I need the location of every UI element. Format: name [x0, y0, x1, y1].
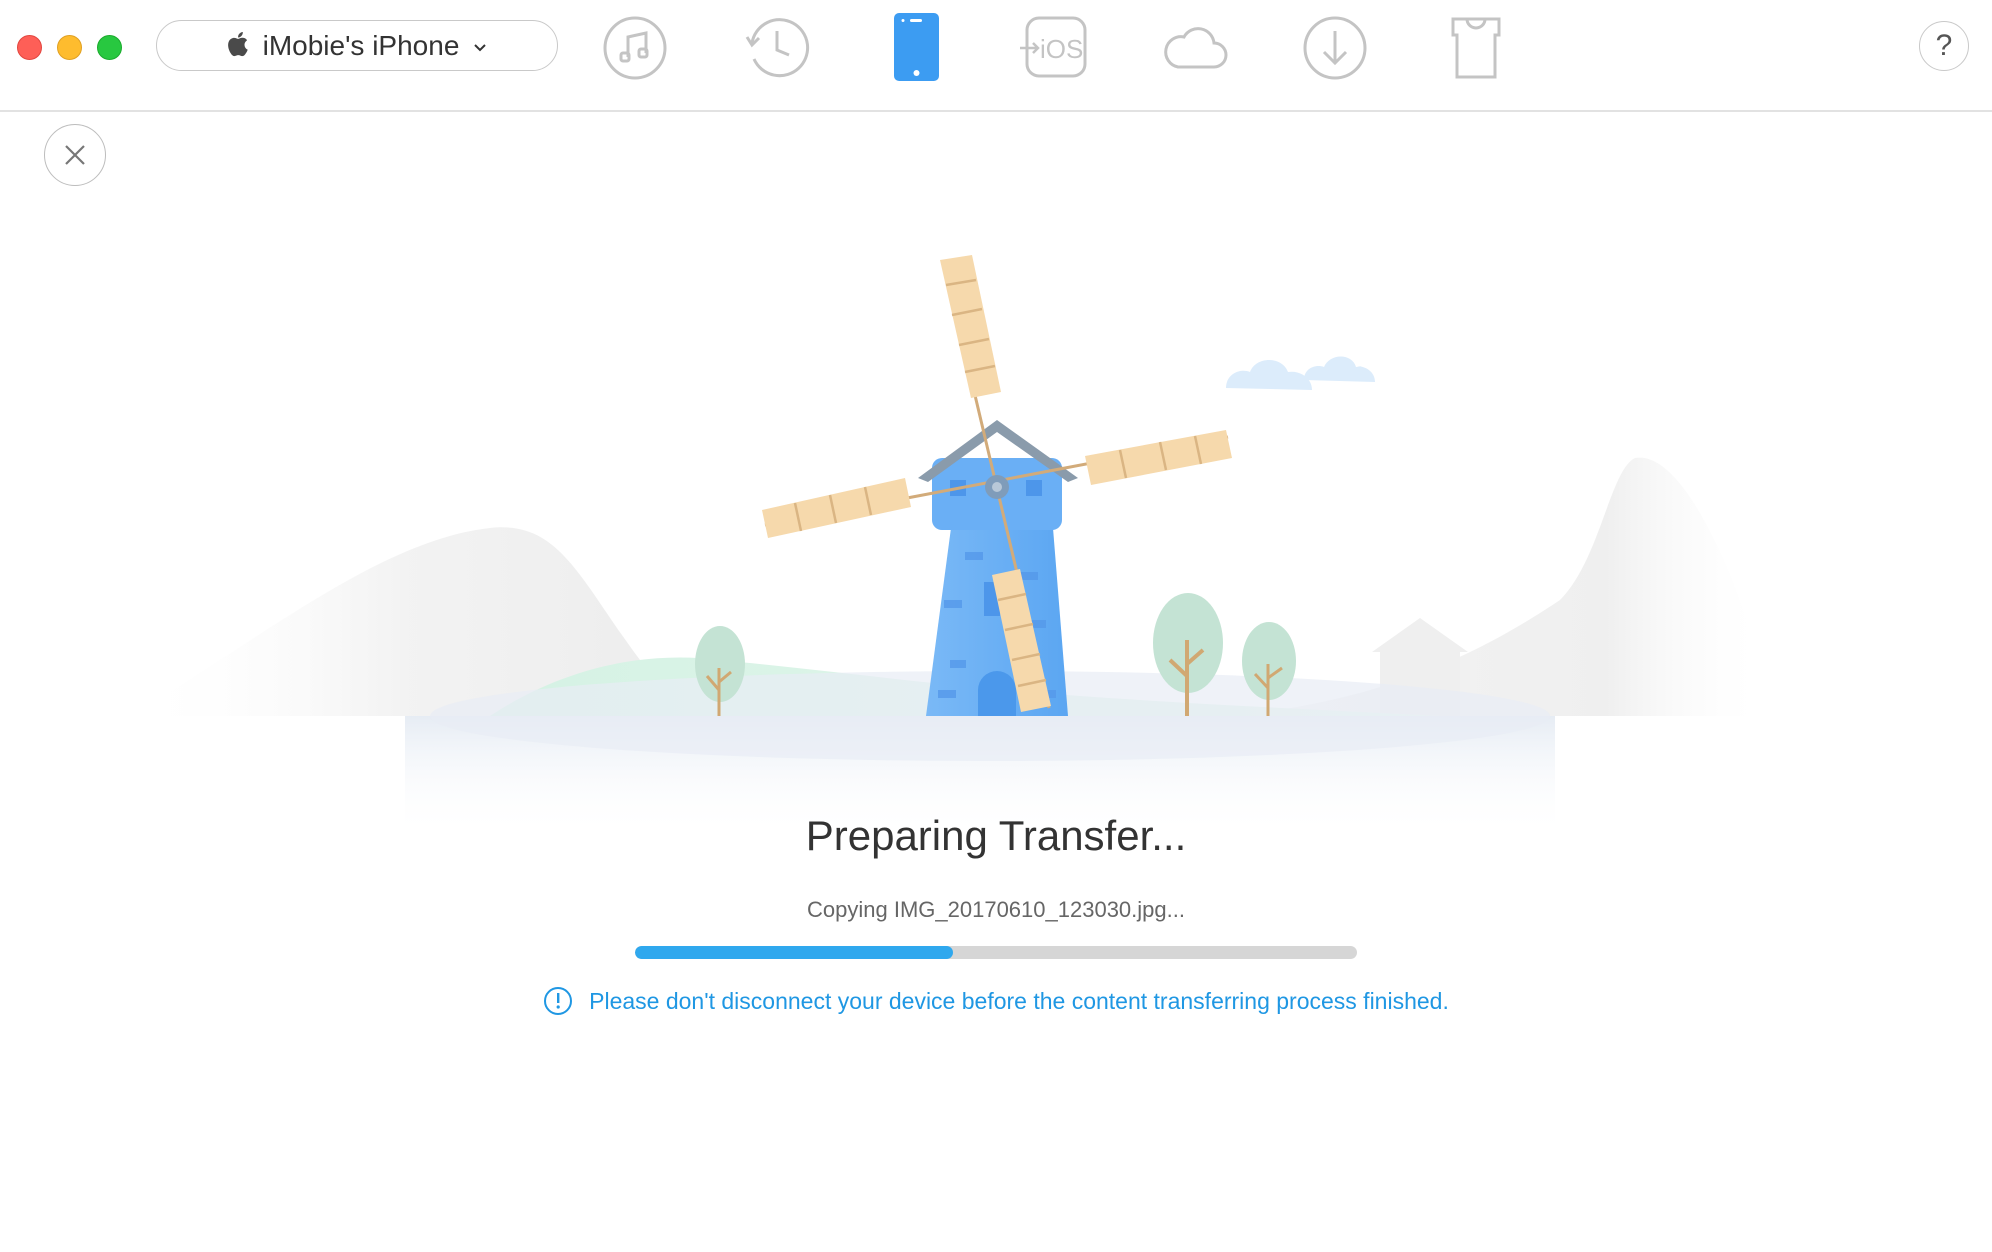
- svg-text:iOS: iOS: [1040, 34, 1083, 64]
- skin-icon[interactable]: [1441, 13, 1511, 83]
- transfer-progress-fill: [635, 946, 953, 959]
- notice-text: Please don't disconnect your device befo…: [589, 987, 1449, 1014]
- window-close-button[interactable]: [17, 35, 42, 60]
- cancel-transfer-button[interactable]: [44, 124, 106, 186]
- transfer-status: Copying IMG_20170610_123030.jpg...: [807, 897, 1185, 922]
- disconnect-notice: Please don't disconnect your device befo…: [0, 986, 1992, 1016]
- windmill-illustration: [130, 255, 1768, 836]
- ios-mover-icon[interactable]: iOS: [1020, 13, 1090, 83]
- app-window: iMobie's iPhone iOS ? Preparing Transfer…: [0, 0, 1992, 1252]
- device-manager-icon[interactable]: [881, 13, 951, 83]
- help-button[interactable]: ?: [1919, 21, 1969, 71]
- chevron-down-icon: [474, 43, 487, 51]
- close-icon: [65, 145, 85, 165]
- transfer-title: Preparing Transfer...: [805, 812, 1187, 859]
- transfer-progress-bar: [635, 946, 1357, 959]
- toolbar: iMobie's iPhone iOS ?: [0, 0, 1992, 112]
- download-icon[interactable]: [1300, 13, 1370, 83]
- backup-history-icon[interactable]: [742, 13, 812, 83]
- info-icon: [544, 987, 573, 1015]
- device-selector[interactable]: iMobie's iPhone: [156, 20, 558, 71]
- window-minimize-button[interactable]: [57, 35, 82, 60]
- music-icon[interactable]: [600, 13, 670, 83]
- window-maximize-button[interactable]: [97, 35, 122, 60]
- apple-icon: [227, 31, 248, 56]
- device-name: iMobie's iPhone: [262, 29, 460, 61]
- icloud-icon[interactable]: [1160, 13, 1230, 83]
